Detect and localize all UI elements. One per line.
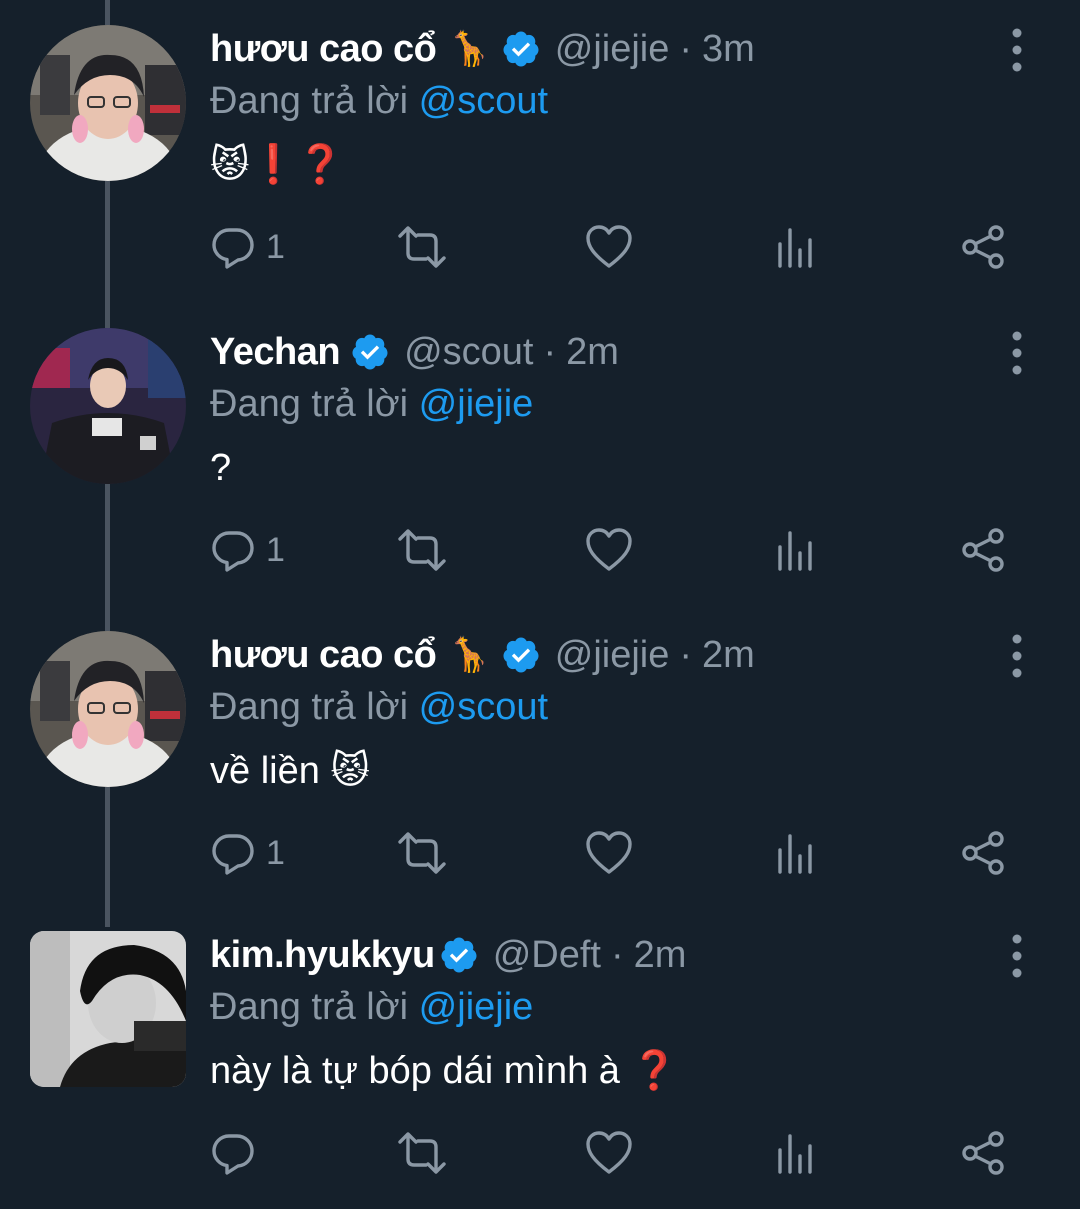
more-vertical-icon[interactable] — [1004, 931, 1030, 981]
like-button[interactable] — [585, 1128, 633, 1178]
heart-icon — [586, 831, 632, 874]
reply-prefix: Đang trả lời — [210, 686, 409, 728]
retweet-icon — [398, 226, 446, 268]
share-button[interactable] — [960, 1128, 1006, 1178]
more-vertical-icon[interactable] — [1004, 328, 1030, 378]
tweet-text: ? — [210, 447, 232, 489]
views-button[interactable] — [776, 222, 816, 272]
avatar[interactable] — [30, 931, 186, 1087]
analytics-icon — [778, 834, 812, 874]
reply-icon — [212, 531, 254, 572]
verified-badge-icon — [503, 637, 539, 673]
avatar[interactable] — [30, 328, 186, 484]
heart-icon — [586, 528, 632, 571]
timestamp[interactable]: 2m — [702, 634, 755, 677]
like-button[interactable] — [585, 222, 633, 272]
tweet-text: 😾❗❓ — [210, 144, 345, 186]
reply-context: Đang trả lời @scout — [210, 682, 990, 732]
analytics-icon — [778, 228, 812, 268]
more-vertical-icon[interactable] — [1004, 631, 1030, 681]
views-button[interactable] — [776, 828, 816, 878]
reply-button[interactable] — [210, 1128, 266, 1178]
verified-badge-icon — [352, 334, 388, 370]
share-icon — [962, 528, 1004, 572]
share-icon — [962, 831, 1004, 875]
share-icon — [962, 1131, 1004, 1175]
handle[interactable]: @jiejie — [555, 634, 670, 677]
reply-mention-link[interactable]: @jiejie — [419, 986, 534, 1028]
display-name[interactable]: hươu cao cổ — [210, 28, 437, 71]
avatar[interactable] — [30, 25, 186, 181]
retweet-button[interactable] — [396, 525, 448, 575]
name-emoji: 🦒 — [448, 636, 491, 674]
action-bar: 1 — [210, 525, 1010, 575]
tweet[interactable]: hươu cao cổ 🦒 @jiejie · 3m Đang trả lời … — [0, 0, 1080, 303]
reply-button[interactable]: 1 — [210, 828, 285, 878]
analytics-icon — [778, 531, 812, 571]
action-bar: 1 — [210, 222, 1010, 272]
reply-context: Đang trả lời @jiejie — [210, 982, 990, 1032]
analytics-icon — [778, 1134, 812, 1174]
separator: · — [679, 27, 693, 70]
tweet[interactable]: hươu cao cổ 🦒 @jiejie · 2m Đang trả lời … — [0, 606, 1080, 909]
display-name[interactable]: kim.hyukkyu — [210, 934, 435, 977]
timestamp[interactable]: 3m — [702, 28, 755, 71]
views-button[interactable] — [776, 1128, 816, 1178]
reply-count: 1 — [266, 833, 285, 872]
separator: · — [543, 330, 557, 373]
tweet[interactable]: Yechan @scout · 2m Đang trả lời @jiejie … — [0, 303, 1080, 606]
handle[interactable]: @scout — [404, 331, 533, 374]
retweet-icon — [398, 832, 446, 874]
verified-badge-icon — [503, 31, 539, 67]
timestamp[interactable]: 2m — [634, 934, 687, 977]
reply-button[interactable]: 1 — [210, 525, 285, 575]
reply-mention-link[interactable]: @jiejie — [419, 383, 534, 425]
reply-context: Đang trả lời @jiejie — [210, 379, 990, 429]
name-emoji: 🦒 — [448, 30, 491, 68]
timestamp[interactable]: 2m — [566, 331, 619, 374]
avatar[interactable] — [30, 631, 186, 787]
reply-button[interactable]: 1 — [210, 222, 285, 272]
views-button[interactable] — [776, 525, 816, 575]
retweet-icon — [398, 529, 446, 571]
retweet-button[interactable] — [396, 828, 448, 878]
heart-icon — [586, 225, 632, 268]
separator: · — [611, 933, 624, 976]
separator: · — [679, 633, 693, 676]
like-button[interactable] — [585, 525, 633, 575]
reply-icon — [212, 228, 254, 269]
share-icon — [962, 225, 1004, 269]
verified-badge-icon — [441, 937, 477, 973]
handle[interactable]: @Deft — [493, 934, 601, 977]
reply-prefix: Đang trả lời — [210, 80, 409, 122]
reply-count: 1 — [266, 530, 285, 569]
action-bar: 1 — [210, 828, 1010, 878]
share-button[interactable] — [960, 828, 1006, 878]
reply-prefix: Đang trả lời — [210, 383, 409, 425]
reply-mention-link[interactable]: @scout — [419, 686, 548, 728]
retweet-button[interactable] — [396, 222, 448, 272]
retweet-icon — [398, 1132, 446, 1174]
heart-icon — [586, 1131, 632, 1174]
like-button[interactable] — [585, 828, 633, 878]
reply-icon — [212, 834, 254, 875]
action-bar — [210, 1128, 1010, 1178]
reply-prefix: Đang trả lời — [210, 986, 409, 1028]
display-name[interactable]: Yechan — [210, 331, 341, 374]
tweet-text: về liền 😾 — [210, 750, 371, 792]
retweet-button[interactable] — [396, 1128, 448, 1178]
reply-icon — [212, 1134, 254, 1175]
tweet-text: này là tự bóp dái mình à ❓ — [210, 1050, 678, 1092]
display-name[interactable]: hươu cao cổ — [210, 634, 437, 677]
reply-count: 1 — [266, 227, 285, 266]
share-button[interactable] — [960, 222, 1006, 272]
share-button[interactable] — [960, 525, 1006, 575]
tweet[interactable]: kim.hyukkyu @Deft · 2m Đang trả lời @jie… — [0, 906, 1080, 1209]
reply-mention-link[interactable]: @scout — [419, 80, 548, 122]
more-vertical-icon[interactable] — [1004, 25, 1030, 75]
handle[interactable]: @jiejie — [555, 28, 670, 71]
reply-context: Đang trả lời @scout — [210, 76, 990, 126]
